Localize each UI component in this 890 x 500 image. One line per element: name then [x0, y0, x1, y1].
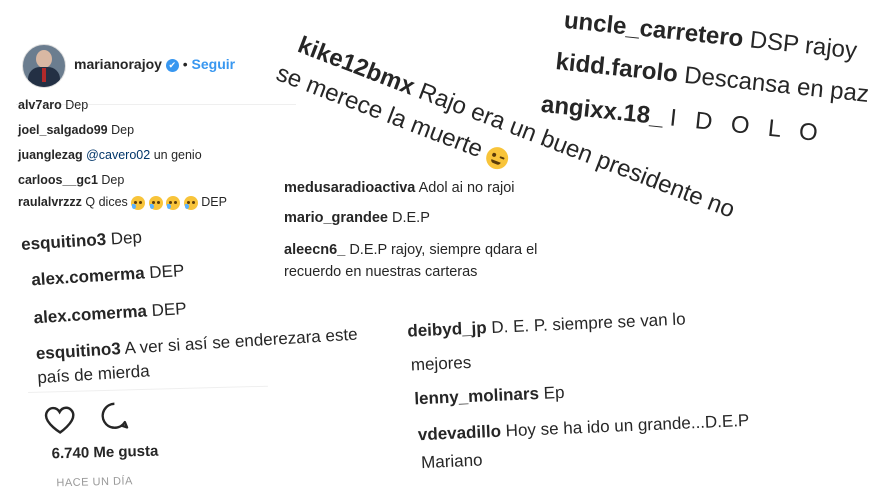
comment-text: Hoy se ha ido un grande...D.E.P — [505, 410, 750, 441]
comment-username[interactable]: aleecn6_ — [284, 242, 345, 258]
comment-row: esquitino3 A ver si así se enderezara es… — [35, 325, 358, 365]
comment-row: alv7aro Dep — [18, 98, 88, 112]
winking-face-icon — [483, 143, 512, 173]
comment-username[interactable]: angixx.18_ — [540, 91, 665, 131]
comment-username[interactable]: deibyd_jp — [407, 318, 487, 340]
comment-text: D.E.P — [392, 210, 430, 226]
post-actions-fragment: 6.740 Me gusta HACE UN DÍA — [28, 383, 281, 500]
comment-username[interactable]: alex.comerma — [31, 264, 145, 290]
header-separator: • — [182, 56, 188, 72]
comments-fragment-bottom: deibyd_jp D. E. P. siempre se van lo mej… — [398, 283, 776, 490]
comment-icon[interactable] — [98, 399, 131, 432]
comment-row: esquitino3 Dep — [21, 228, 143, 255]
comment-text-continued: mejores — [410, 352, 472, 375]
likes-count[interactable]: 6.740 Me gusta — [51, 443, 158, 463]
comment-text: un genio — [153, 148, 202, 162]
comment-text: D.E.P rajoy, siempre qdara el — [349, 242, 538, 258]
comment-text: DEP — [148, 261, 185, 283]
comment-username[interactable]: carloos__gc1 — [18, 173, 98, 187]
comment-text: Ep — [543, 382, 565, 403]
comment-text: I D O L O — [668, 104, 825, 148]
comment-username[interactable]: alex.comerma — [33, 301, 147, 327]
comment-text: Descansa en paz — [682, 61, 871, 108]
comment-text-continued: Mariano — [420, 450, 483, 473]
comment-row: lenny_molinars Ep — [414, 383, 565, 410]
comment-username[interactable]: medusaradioactiva — [284, 180, 415, 196]
comment-username[interactable]: vdevadillo — [417, 422, 501, 445]
actions-divider — [28, 385, 268, 393]
comment-username[interactable]: esquitino3 — [21, 230, 107, 254]
comment-text-continued: recuerdo en nuestras carteras — [284, 264, 478, 280]
comment-username[interactable]: mario_grandee — [284, 210, 388, 226]
crying-face-icon — [183, 195, 198, 210]
post-username[interactable]: marianorajoy — [74, 56, 162, 72]
comment-text: D. E. P. siempre se van lo — [490, 309, 686, 337]
comment-text: A ver si así se enderezara este — [123, 324, 359, 358]
comment-row: carloos__gc1 Dep — [18, 173, 124, 187]
comment-text-continued: país de mierda — [36, 361, 151, 388]
comment-username[interactable]: kidd.farolo — [554, 48, 679, 88]
comment-row: vdevadillo Hoy se ha ido un grande...D.E… — [417, 411, 749, 445]
comment-username[interactable]: raulalvrzzz — [18, 195, 82, 209]
comment-text: Dep — [101, 173, 125, 187]
comment-text: Q dices — [85, 195, 128, 209]
comment-text-after: DEP — [201, 195, 227, 209]
comment-row: deibyd_jp D. E. P. siempre se van lo — [407, 309, 686, 341]
comment-row: mario_grandee D.E.P — [284, 210, 430, 226]
comment-row: juanglezag @cavero02 un genio — [18, 148, 202, 162]
comment-username[interactable]: esquitino3 — [35, 339, 121, 363]
crying-face-icon — [166, 195, 181, 210]
comment-text: Dep — [65, 98, 89, 112]
heart-icon[interactable] — [42, 405, 77, 436]
comment-text: Dep — [110, 227, 143, 249]
crying-face-icon — [131, 195, 146, 210]
comment-text: Dep — [111, 123, 135, 137]
crying-face-icon — [148, 195, 163, 210]
comment-row: aleecn6_ D.E.P rajoy, siempre qdara el — [284, 242, 537, 258]
comment-text: DSP rajoy — [748, 26, 859, 65]
post-timestamp: HACE UN DÍA — [56, 475, 133, 490]
comment-row: joel_salgado99 Dep — [18, 123, 134, 137]
comment-row: raulalvrzzz Q dices DEP — [18, 195, 227, 210]
comment-username[interactable]: uncle_carretero — [563, 7, 745, 53]
comment-row: alex.comerma DEP — [31, 261, 185, 290]
comment-row: alex.comerma DEP — [33, 299, 187, 328]
post-header-fragment: marianorajoy ✔ • Seguir alv7aro Dep joel… — [8, 30, 304, 220]
post-header: marianorajoy ✔ • Seguir — [74, 56, 235, 72]
follow-button[interactable]: Seguir — [192, 56, 236, 72]
comment-username[interactable]: joel_salgado99 — [18, 123, 108, 137]
comment-username[interactable]: alv7aro — [18, 98, 62, 112]
comment-mention-link[interactable]: @cavero02 — [86, 148, 150, 162]
comment-username[interactable]: juanglezag — [18, 148, 83, 162]
comment-text: DEP — [151, 299, 188, 321]
profile-avatar[interactable] — [22, 44, 66, 88]
comment-username[interactable]: lenny_molinars — [414, 384, 539, 408]
verified-badge-icon: ✔ — [165, 59, 179, 72]
